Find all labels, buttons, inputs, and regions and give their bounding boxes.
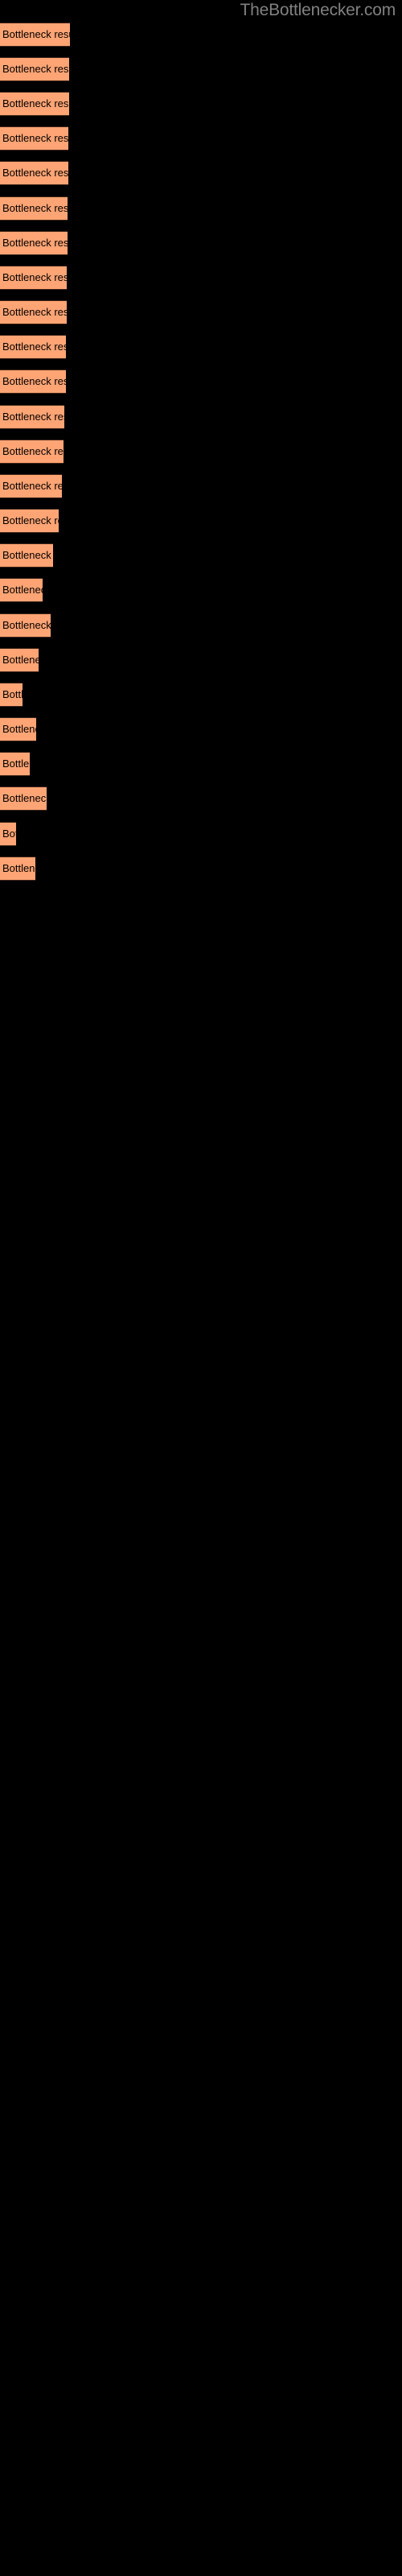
- bottleneck-result-bar[interactable]: Bottleneck result: [0, 857, 35, 881]
- bar-label: Bottleneck result: [2, 132, 68, 144]
- bottleneck-result-bar[interactable]: Bottleneck result: [0, 161, 68, 185]
- bar-label: Bottleneck result: [2, 341, 66, 353]
- bottleneck-result-bar[interactable]: Bottleneck result: [0, 369, 66, 394]
- bottleneck-result-bar[interactable]: Bottleneck result: [0, 57, 69, 81]
- bottleneck-result-bar[interactable]: Bottleneck result: [0, 440, 64, 464]
- bar-label: Bottleneck result: [2, 63, 69, 75]
- bottleneck-result-bar[interactable]: Bottleneck result: [0, 266, 67, 290]
- bottleneck-result-bar[interactable]: Bottleneck result: [0, 300, 67, 324]
- bottleneck-result-bar[interactable]: Bottleneck result: [0, 126, 68, 151]
- bar-label: Bottleneck result: [2, 654, 39, 666]
- bar-label: Bottleneck result: [2, 862, 35, 874]
- bar-label: Bottleneck result: [2, 584, 43, 596]
- bottleneck-result-bar[interactable]: Bottleneck result: [0, 196, 68, 221]
- bottleneck-result-bar[interactable]: Bottleneck result: [0, 335, 66, 359]
- bottleneck-result-bar[interactable]: Bottleneck result: [0, 717, 36, 741]
- bottleneck-result-bar[interactable]: Bottleneck result: [0, 786, 47, 811]
- bar-label: Bottleneck result: [2, 445, 64, 457]
- bar-label: Bottleneck result: [2, 688, 23, 700]
- bottleneck-result-bar[interactable]: Bottleneck result: [0, 578, 43, 602]
- bottleneck-result-bar[interactable]: Bottleneck result: [0, 474, 62, 498]
- bottleneck-result-bar[interactable]: Bottleneck result: [0, 543, 53, 568]
- bottleneck-result-bar[interactable]: Bottleneck result: [0, 509, 59, 533]
- bottleneck-result-bar[interactable]: Bottleneck result: [0, 752, 30, 776]
- bottleneck-result-bar[interactable]: Bottleneck result: [0, 613, 51, 638]
- bottleneck-result-bar[interactable]: Bottleneck result: [0, 23, 70, 47]
- bar-label: Bottleneck result: [2, 758, 30, 770]
- bottleneck-result-bar[interactable]: Bottleneck result: [0, 405, 64, 429]
- bar-label: Bottleneck result: [2, 480, 62, 492]
- bar-label: Bottleneck result: [2, 271, 67, 283]
- bottleneck-result-bar[interactable]: Bottleneck result: [0, 648, 39, 672]
- bar-label: Bottleneck result: [2, 237, 68, 249]
- bar-label: Bottleneck result: [2, 167, 68, 179]
- bar-label: Bottleneck result: [2, 97, 69, 109]
- bar-label: Bottleneck result: [2, 306, 67, 318]
- bar-label: Bottleneck result: [2, 28, 70, 40]
- bottleneck-result-bar[interactable]: Bottleneck result: [0, 822, 16, 846]
- bar-label: Bottleneck result: [2, 411, 64, 423]
- bar-label: Bottleneck result: [2, 828, 16, 840]
- bar-label: Bottleneck result: [2, 375, 66, 387]
- bar-label: Bottleneck result: [2, 619, 51, 631]
- bottleneck-result-bar[interactable]: Bottleneck result: [0, 683, 23, 707]
- bar-label: Bottleneck result: [2, 202, 68, 214]
- bottleneck-result-bar[interactable]: Bottleneck result: [0, 92, 69, 116]
- bar-label: Bottleneck result: [2, 792, 47, 804]
- bottleneck-bar-chart: Bottleneck result Bottleneck result Bottle…: [0, 0, 402, 1723]
- bar-label: Bottleneck result: [2, 723, 36, 735]
- bar-label: Bottleneck result: [2, 514, 59, 526]
- bottleneck-result-bar[interactable]: Bottleneck result: [0, 231, 68, 255]
- bar-label: Bottleneck result: [2, 549, 53, 561]
